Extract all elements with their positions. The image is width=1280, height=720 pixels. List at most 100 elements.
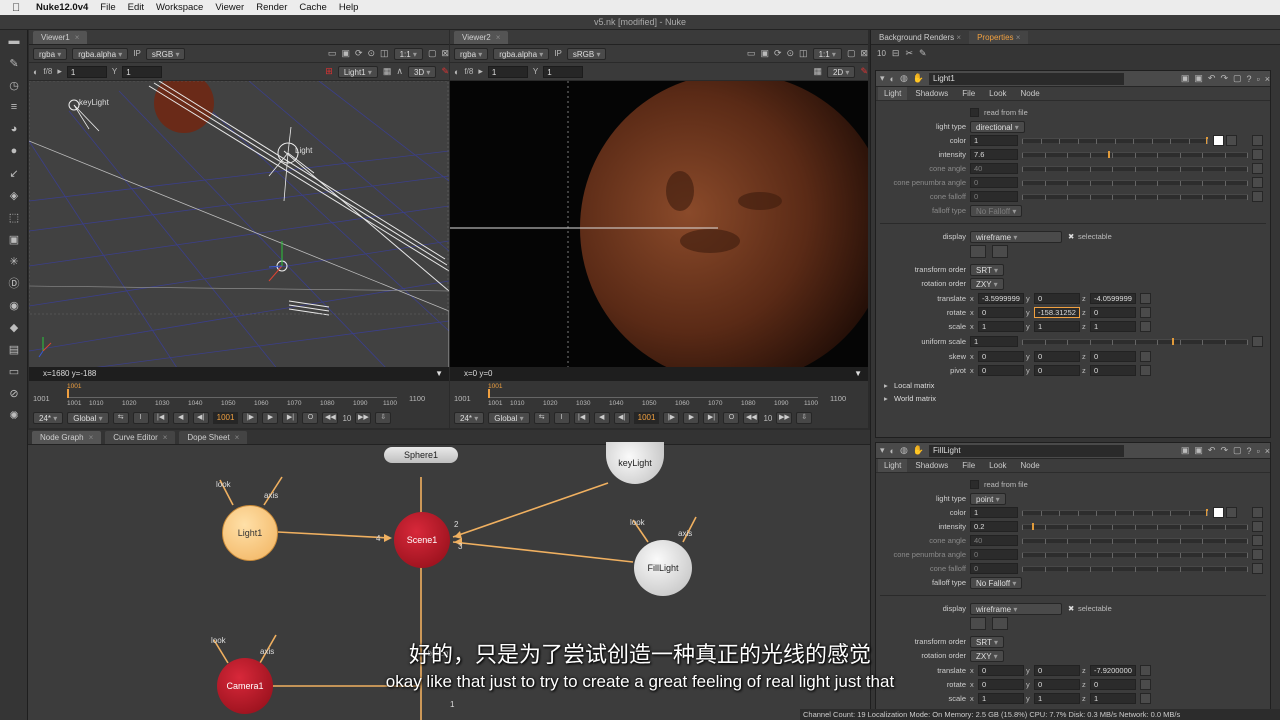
roi2-icon[interactable]: ▢: [428, 48, 437, 59]
viewer1-canvas[interactable]: keyLight Light: [29, 81, 449, 381]
draw-icon[interactable]: ✎: [0, 52, 28, 74]
ip-toggle[interactable]: IP: [554, 49, 562, 58]
display-select[interactable]: wireframe: [970, 603, 1062, 615]
gamma-field[interactable]: 1: [543, 65, 584, 78]
cone-penumbra-slider[interactable]: [1022, 180, 1248, 186]
time-icon[interactable]: ◷: [0, 74, 28, 96]
animation-icon[interactable]: [1252, 149, 1263, 160]
undo-icon[interactable]: ↶: [1208, 73, 1216, 84]
color-slider[interactable]: [1022, 509, 1208, 516]
file-icon[interactable]: [970, 245, 986, 258]
link-icon[interactable]: ▣: [1194, 445, 1203, 456]
color-slider[interactable]: [1022, 137, 1208, 144]
tl-ruler[interactable]: 1001 1001 1010 1020 1030 1040 1050 1060 …: [67, 383, 397, 407]
node-color-icon[interactable]: ◐: [890, 74, 895, 84]
fps-select[interactable]: 24*: [454, 412, 485, 424]
skew-x-field[interactable]: 0: [978, 351, 1024, 362]
redo-icon[interactable]: ↷: [1220, 445, 1228, 456]
deep-icon[interactable]: Ⓓ: [0, 272, 28, 294]
prev-frame-icon[interactable]: ◀|: [613, 412, 630, 424]
menu-file[interactable]: File: [100, 2, 115, 13]
channels-select[interactable]: rgba: [454, 47, 489, 60]
playhead[interactable]: [488, 389, 490, 398]
cone-angle-slider[interactable]: [1022, 166, 1248, 172]
color-wheel-icon[interactable]: [1226, 135, 1237, 146]
node-filllight[interactable]: FillLight: [634, 540, 692, 596]
scale-y-field[interactable]: 1: [1034, 321, 1080, 332]
animation-icon[interactable]: [1252, 535, 1263, 546]
snapshot-icon[interactable]: ⊙: [368, 48, 376, 59]
tab-background-renders[interactable]: Background Renders ×: [871, 31, 969, 44]
next-frame-icon[interactable]: |▶: [242, 412, 259, 424]
last-frame-icon[interactable]: ▶|: [282, 412, 299, 424]
color-field[interactable]: 1: [970, 507, 1018, 518]
intensity-slider[interactable]: [1022, 151, 1248, 158]
toolsets-icon[interactable]: ▤: [0, 338, 28, 360]
animation-icon[interactable]: [1252, 163, 1263, 174]
subtab-look[interactable]: Look: [983, 87, 1012, 100]
tab-viewer2[interactable]: Viewer2 ×: [454, 31, 509, 44]
redo-icon[interactable]: ↷: [1220, 73, 1228, 84]
roi-icon[interactable]: ▭: [747, 48, 756, 59]
subtab-shadows[interactable]: Shadows: [909, 87, 954, 100]
play-small-icon[interactable]: ▸: [478, 66, 483, 77]
close-icon[interactable]: ×: [75, 33, 80, 42]
scope-select[interactable]: Global: [488, 412, 530, 424]
animation-icon[interactable]: [1140, 307, 1151, 318]
file-icon[interactable]: [970, 617, 986, 630]
clip-icon[interactable]: ▣: [341, 48, 350, 59]
subtab-shadows[interactable]: Shadows: [909, 459, 954, 472]
alpha-select[interactable]: rgba.alpha: [72, 47, 129, 60]
display-select[interactable]: wireframe: [970, 231, 1062, 243]
scale-x-field[interactable]: 1: [978, 693, 1024, 704]
cone-falloff-field[interactable]: 0: [970, 563, 1018, 574]
node-scene1[interactable]: Scene1: [394, 512, 450, 568]
node-name-field[interactable]: FillLight: [929, 444, 1125, 457]
first-frame-icon[interactable]: |◀: [152, 412, 169, 424]
lock-panels-icon[interactable]: ⊟: [892, 48, 900, 59]
light-icon[interactable]: ✋: [913, 445, 924, 456]
gain-field[interactable]: 1: [487, 65, 528, 78]
play-small-icon[interactable]: ▸: [57, 66, 62, 77]
color-swatch[interactable]: [1213, 135, 1224, 146]
wipe-icon[interactable]: ◫: [380, 48, 389, 59]
revert-icon[interactable]: ▢: [1233, 73, 1242, 84]
viewer-icon[interactable]: ◍: [900, 73, 908, 84]
animation-icon[interactable]: [1252, 549, 1263, 560]
alpha-select[interactable]: rgba.alpha: [493, 47, 550, 60]
animation-icon[interactable]: [1252, 135, 1263, 146]
light-type-select[interactable]: directional: [970, 121, 1025, 133]
out-point-icon[interactable]: O: [723, 412, 740, 424]
tab-node-graph[interactable]: Node Graph ×: [32, 431, 102, 444]
subtab-light[interactable]: Light: [878, 459, 908, 472]
animation-icon[interactable]: [1140, 365, 1151, 376]
curve-icon[interactable]: ∧: [396, 66, 403, 77]
intensity-field[interactable]: 0.2: [970, 521, 1018, 532]
play-icon[interactable]: ▶: [262, 412, 279, 424]
viewer1-timeline[interactable]: 1001 1100 1001 1001 1010 1020 1030 1040 …: [29, 381, 449, 428]
cone-penumbra-field[interactable]: 0: [970, 177, 1018, 188]
translate-z-field[interactable]: -4.0599999: [1090, 293, 1136, 304]
lock-icon[interactable]: ⊠: [860, 48, 868, 59]
cara-vr-icon[interactable]: ✺: [0, 404, 28, 426]
exposure-icon[interactable]: ◐: [33, 67, 38, 77]
selectable-checkbox[interactable]: ✖: [1068, 603, 1074, 615]
roi-icon[interactable]: ▭: [328, 48, 337, 59]
menu-workspace[interactable]: Workspace: [156, 2, 203, 13]
rotate-x-field[interactable]: 0: [978, 307, 1024, 318]
pivot-z-field[interactable]: 0: [1090, 365, 1136, 376]
animation-icon[interactable]: [1140, 351, 1151, 362]
viewer1-info-toggle[interactable]: ▼: [435, 367, 443, 381]
pivot-x-field[interactable]: 0: [978, 365, 1024, 376]
float-icon[interactable]: ✎: [919, 48, 927, 59]
close-icon[interactable]: ×: [496, 33, 501, 42]
axis-icon[interactable]: [992, 617, 1008, 630]
exposure-icon[interactable]: ◐: [454, 67, 459, 77]
refresh-icon[interactable]: ⟳: [355, 48, 363, 59]
loop-icon[interactable]: ⇆: [533, 412, 550, 424]
pivot-y-field[interactable]: 0: [1034, 365, 1080, 376]
skew-y-field[interactable]: 0: [1034, 351, 1080, 362]
metadata-icon[interactable]: ◆: [0, 316, 28, 338]
animation-icon[interactable]: [1252, 191, 1263, 202]
play-back-icon[interactable]: ◀: [593, 412, 610, 424]
